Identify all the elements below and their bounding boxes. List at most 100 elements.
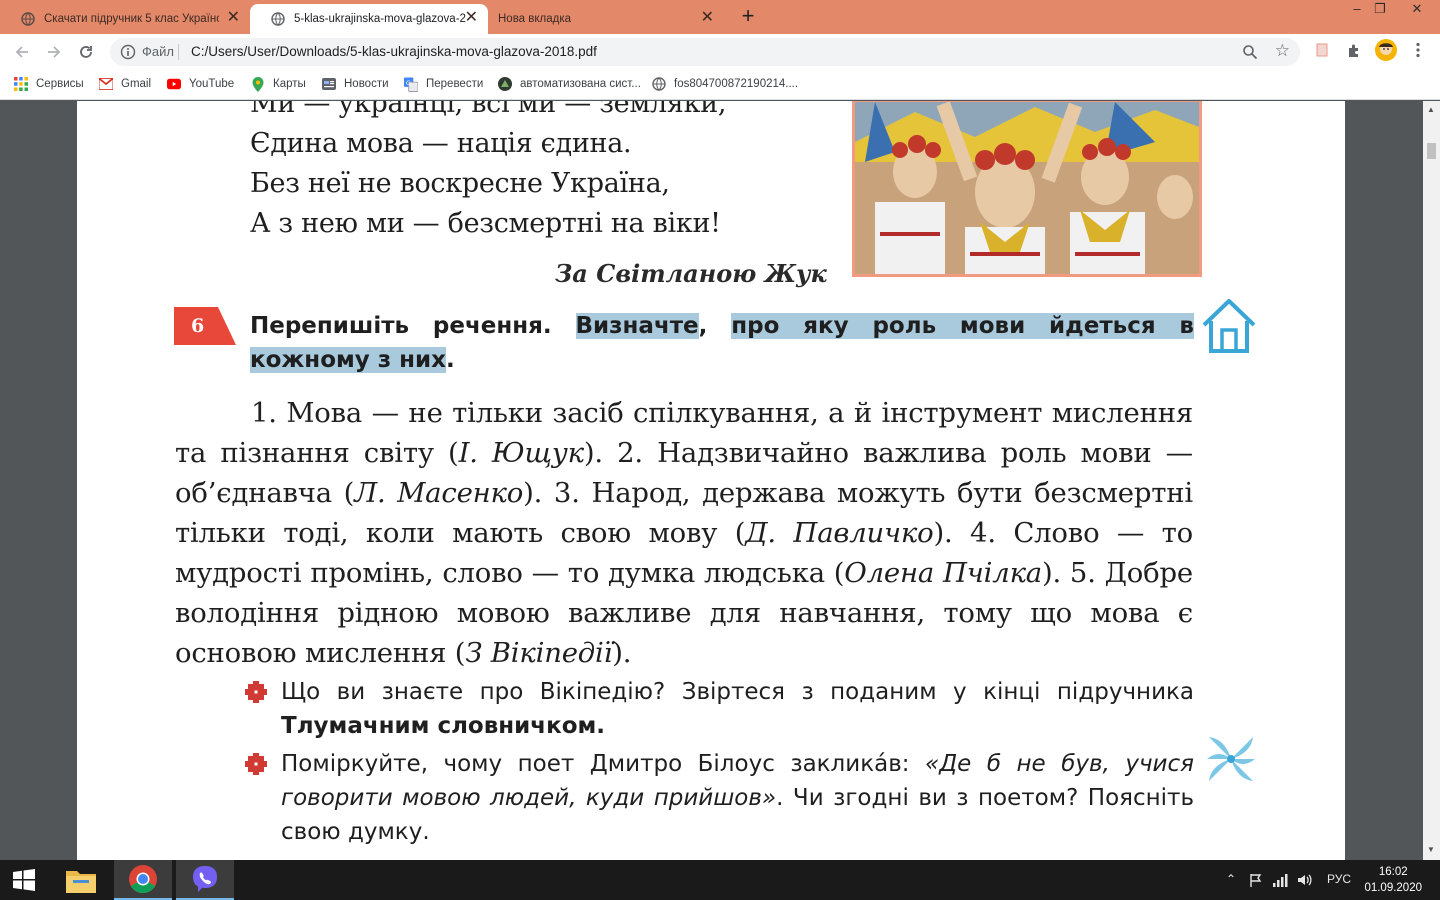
- task-part: Перепишіть речення.: [250, 313, 552, 339]
- bookmark-label: YouTube: [189, 78, 235, 90]
- zoom-icon[interactable]: [1242, 44, 1258, 60]
- bookmark-label: Карты: [273, 78, 306, 90]
- bookmark-maps[interactable]: Карты: [251, 76, 306, 92]
- restore-button[interactable]: ❐: [1363, 0, 1397, 20]
- author-name: З Вікіпедії: [465, 637, 613, 669]
- clock-date: 01.09.2020: [1364, 882, 1422, 894]
- highlighted-text[interactable]: Визначте: [575, 313, 699, 339]
- poem-line: Без неї не воскресне Україна,: [250, 168, 670, 199]
- new-tab-button[interactable]: +: [736, 5, 760, 29]
- bookmark-label: автоматизована сист...: [520, 78, 641, 90]
- bookmarks-bar: Сервисы Gmail YouTube Карты Новости G Пе…: [0, 70, 1440, 100]
- tab-pdf-active[interactable]: 5-klas-ukrajinska-mova-glazova-20 ✕: [250, 4, 488, 34]
- dictionary-reference: Тлумачним словничком: [281, 713, 597, 739]
- poem-line: Ми — українці, всі ми — земляки,: [250, 101, 727, 119]
- question-poet-quote: Поміркуйте, чому поет Дмитро Білоус закл…: [281, 747, 1194, 849]
- bookmark-services[interactable]: Сервисы: [14, 77, 84, 91]
- tab-close-icon[interactable]: ✕: [227, 10, 240, 26]
- info-icon[interactable]: [120, 44, 136, 60]
- youtube-icon: [167, 77, 181, 91]
- tab-textbook-download[interactable]: Скачати підручник 5 клас Українс ✕: [0, 4, 250, 34]
- url-text[interactable]: C:/Users/User/Downloads/5-klas-ukrajinsk…: [191, 44, 597, 59]
- bookmark-fos[interactable]: fos804700872190214....: [652, 77, 798, 91]
- tab-strip: Скачати підручник 5 клас Українс ✕ 5-kla…: [0, 0, 1440, 34]
- scroll-up-arrow-icon[interactable]: ▲: [1427, 105, 1435, 114]
- author-name: Л. Масенко: [354, 477, 524, 509]
- bookmark-label: Новости: [344, 78, 389, 90]
- windows-logo-icon: [13, 869, 35, 891]
- browser-toolbar: Файл C:/Users/User/Downloads/5-klas-ukra…: [0, 34, 1440, 70]
- exercise-number: 6: [191, 315, 205, 337]
- question-end: .: [596, 713, 606, 739]
- folder-icon: [66, 871, 96, 893]
- scroll-thumb[interactable]: [1427, 143, 1436, 159]
- forward-arrow-icon: [48, 46, 61, 58]
- exercise-number-badge: 6: [174, 307, 236, 345]
- back-button[interactable]: [10, 40, 34, 64]
- taskbar-clock[interactable]: 16:02 01.09.2020: [1364, 864, 1422, 896]
- apps-grid-icon: [14, 77, 28, 91]
- chrome-icon: [129, 865, 157, 893]
- tab-title: Скачати підручник 5 клас Українс: [44, 13, 219, 25]
- bookmark-star-icon[interactable]: ☆: [1275, 41, 1290, 61]
- tab-new-tab[interactable]: Нова вкладка ✕: [486, 4, 724, 34]
- pdf-viewer[interactable]: Ми — українці, всі ми — земляки, Єдина м…: [0, 101, 1440, 860]
- tab-title: Нова вкладка: [498, 13, 572, 25]
- gmail-icon: [99, 77, 113, 91]
- ornament-bullet-icon: [245, 753, 267, 775]
- home-task-icon: [1202, 299, 1256, 353]
- author-name: Д. Павличко: [745, 517, 934, 549]
- translate-icon: G: [404, 77, 418, 92]
- bookmark-news[interactable]: Новости: [322, 77, 389, 91]
- bookmark-youtube[interactable]: YouTube: [167, 77, 234, 91]
- bookmark-label: fos804700872190214....: [674, 78, 799, 90]
- close-window-button[interactable]: ✕: [1400, 0, 1434, 20]
- menu-kebab-icon[interactable]: [1408, 40, 1428, 60]
- scroll-down-arrow-icon[interactable]: ▼: [1427, 845, 1435, 854]
- bookmark-automated-system[interactable]: автоматизована сист...: [498, 77, 641, 91]
- reload-button[interactable]: [74, 40, 98, 64]
- tab-close-icon[interactable]: ✕: [701, 10, 714, 26]
- tray-expand-icon[interactable]: ⌃: [1226, 872, 1236, 886]
- author-name: І. Ющук: [458, 437, 584, 469]
- profile-avatar[interactable]: [1375, 39, 1397, 61]
- windows-taskbar: ⌃ РУС 16:02 01.09.2020: [0, 860, 1440, 900]
- viber-taskbar-button[interactable]: [176, 860, 234, 900]
- tab-close-icon[interactable]: ✕: [465, 10, 478, 26]
- question-text: Поміркуйте, чому поет Дмитро Білоус закл…: [281, 751, 925, 777]
- task-part: .: [446, 347, 455, 373]
- back-arrow-icon: [15, 46, 28, 58]
- pdf-page: Ми — українці, всі ми — земляки, Єдина м…: [77, 101, 1345, 860]
- poem-author: За Світланою Жук: [555, 259, 827, 288]
- chrome-taskbar-button[interactable]: [114, 860, 172, 900]
- author-name: Олена Пчілка: [844, 557, 1042, 589]
- bookmark-label: Перевести: [426, 78, 484, 90]
- viber-icon: [193, 866, 217, 892]
- forward-button[interactable]: [42, 40, 66, 64]
- address-separator: [178, 44, 179, 60]
- discussion-flower-icon: [1207, 737, 1255, 781]
- bookmark-gmail[interactable]: Gmail: [99, 77, 151, 91]
- language-indicator[interactable]: РУС: [1327, 872, 1351, 886]
- volume-icon[interactable]: [1297, 873, 1313, 887]
- globe-icon: [270, 11, 286, 27]
- site-icon: [498, 77, 512, 91]
- action-center-flag-icon[interactable]: [1249, 873, 1263, 887]
- bookmark-translate[interactable]: G Перевести: [404, 77, 484, 92]
- file-explorer-taskbar-button[interactable]: [54, 860, 108, 900]
- ornament-bullet-icon: [245, 681, 267, 703]
- reload-icon: [80, 46, 92, 58]
- bookmark-label: Сервисы: [36, 78, 84, 90]
- task-part: ,: [698, 313, 708, 339]
- address-bar[interactable]: Файл C:/Users/User/Downloads/5-klas-ukra…: [110, 38, 1300, 66]
- file-scheme-label: Файл: [142, 44, 174, 59]
- start-button[interactable]: [0, 860, 48, 900]
- globe-icon: [20, 11, 36, 27]
- extensions-puzzle-icon[interactable]: [1344, 40, 1364, 60]
- sentence-text: ).: [612, 637, 632, 669]
- maps-pin-icon: [251, 76, 265, 92]
- extension-pdf-icon[interactable]: [1312, 40, 1332, 60]
- vertical-scrollbar[interactable]: ▲ ▼: [1423, 101, 1440, 860]
- tab-title: 5-klas-ukrajinska-mova-glazova-20: [294, 13, 466, 25]
- network-signal-icon[interactable]: [1272, 873, 1288, 887]
